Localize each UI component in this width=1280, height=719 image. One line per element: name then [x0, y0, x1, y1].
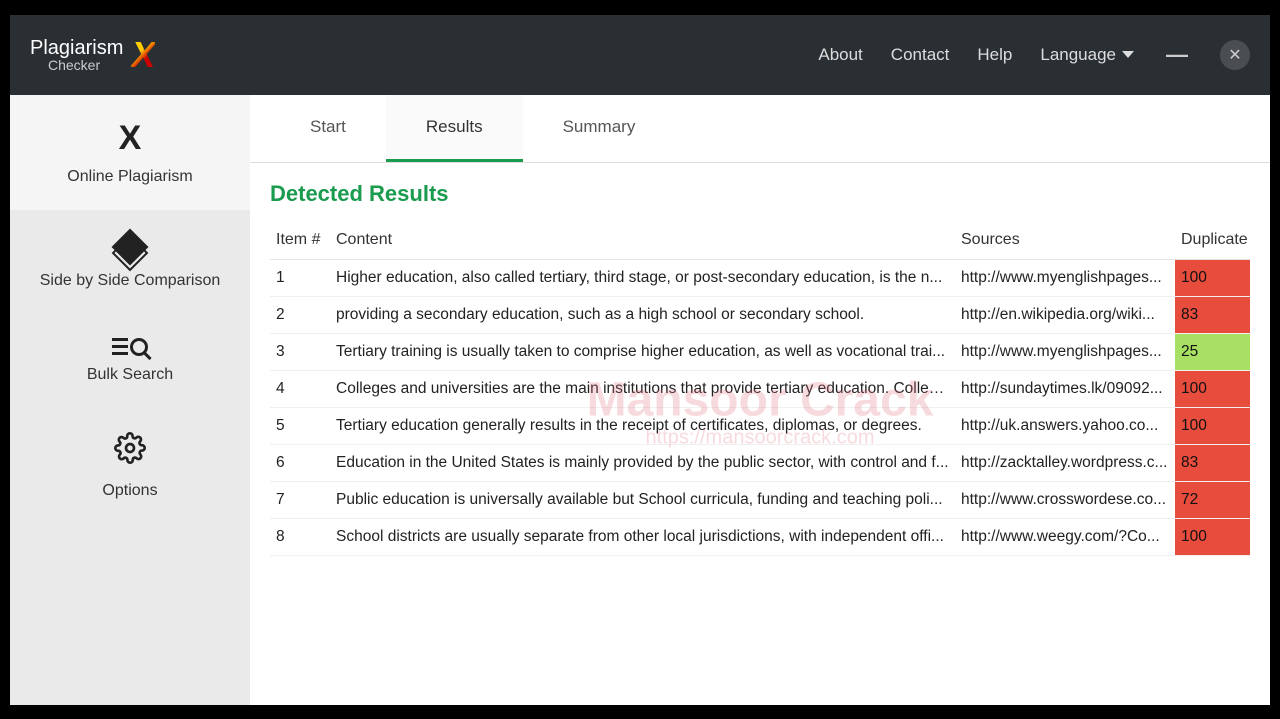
sidebar-item-label: Options — [102, 482, 157, 500]
cell-item: 4 — [270, 370, 330, 407]
titlebar: Plagiarism Checker X About Contact Help … — [10, 15, 1270, 95]
sidebar-item-label: Online Plagiarism — [67, 168, 192, 186]
sidebar-item-label: Bulk Search — [87, 366, 173, 384]
table-row[interactable]: 1Higher education, also called tertiary,… — [270, 259, 1250, 296]
table-row[interactable]: 3Tertiary training is usually taken to c… — [270, 333, 1250, 370]
close-button[interactable]: ✕ — [1220, 40, 1250, 70]
sidebar-item-bulk-search[interactable]: Bulk Search — [10, 314, 250, 408]
language-label: Language — [1040, 45, 1116, 65]
cell-item: 8 — [270, 518, 330, 555]
language-dropdown[interactable]: Language — [1040, 45, 1134, 65]
cell-content: providing a secondary education, such as… — [330, 296, 955, 333]
cell-item: 3 — [270, 333, 330, 370]
table-row[interactable]: 8School districts are usually separate f… — [270, 518, 1250, 555]
table-row[interactable]: 5Tertiary education generally results in… — [270, 407, 1250, 444]
cell-source: http://sundaytimes.lk/09092... — [955, 370, 1175, 407]
cell-content: Colleges and universities are the main i… — [330, 370, 955, 407]
cell-item: 7 — [270, 481, 330, 518]
col-header-sources: Sources — [955, 221, 1175, 260]
cell-content: Tertiary education generally results in … — [330, 407, 955, 444]
col-header-duplicate: Duplicate — [1175, 221, 1250, 260]
tabs: Start Results Summary — [250, 95, 1270, 163]
chevron-down-icon — [1122, 51, 1134, 58]
cell-content: Higher education, also called tertiary, … — [330, 259, 955, 296]
cell-source: http://www.myenglishpages... — [955, 333, 1175, 370]
cell-source: http://www.crosswordese.co... — [955, 481, 1175, 518]
table-row[interactable]: 2providing a secondary education, such a… — [270, 296, 1250, 333]
app-window: Plagiarism Checker X About Contact Help … — [10, 15, 1270, 705]
cell-duplicate: 72 — [1175, 481, 1250, 518]
cell-duplicate: 100 — [1175, 407, 1250, 444]
col-header-content: Content — [330, 221, 955, 260]
app-logo: Plagiarism Checker X — [30, 34, 155, 76]
cell-source: http://uk.answers.yahoo.co... — [955, 407, 1175, 444]
cell-content: Public education is universally availabl… — [330, 481, 955, 518]
col-header-item: Item # — [270, 221, 330, 260]
section-title: Detected Results — [270, 181, 1250, 207]
cell-source: http://en.wikipedia.org/wiki... — [955, 296, 1175, 333]
results-table: Item # Content Sources Duplicate 1Higher… — [270, 221, 1250, 556]
tab-summary[interactable]: Summary — [523, 95, 676, 162]
cell-source: http://www.weegy.com/?Co... — [955, 518, 1175, 555]
sidebar-item-side-by-side[interactable]: Side by Side Comparison — [10, 210, 250, 314]
logo-line1: Plagiarism — [30, 38, 123, 58]
table-row[interactable]: 7Public education is universally availab… — [270, 481, 1250, 518]
help-link[interactable]: Help — [977, 45, 1012, 65]
cell-source: http://zacktalley.wordpress.c... — [955, 444, 1175, 481]
results-content: Detected Results Item # Content Sources … — [250, 163, 1270, 556]
about-link[interactable]: About — [818, 45, 862, 65]
contact-link[interactable]: Contact — [891, 45, 950, 65]
sidebar-item-label: Side by Side Comparison — [40, 272, 221, 290]
sidebar: X Online Plagiarism Side by Side Compari… — [10, 95, 250, 705]
tab-start[interactable]: Start — [270, 95, 386, 162]
body-area: X Online Plagiarism Side by Side Compari… — [10, 95, 1270, 705]
sidebar-item-online-plagiarism[interactable]: X Online Plagiarism — [10, 95, 250, 210]
cell-content: Education in the United States is mainly… — [330, 444, 955, 481]
cell-item: 2 — [270, 296, 330, 333]
minimize-button[interactable]: — — [1162, 40, 1192, 70]
cell-content: School districts are usually separate fr… — [330, 518, 955, 555]
x-icon: X — [119, 119, 142, 158]
layers-icon — [110, 234, 150, 262]
tab-results[interactable]: Results — [386, 95, 523, 162]
table-row[interactable]: 6Education in the United States is mainl… — [270, 444, 1250, 481]
cell-duplicate: 100 — [1175, 370, 1250, 407]
table-row[interactable]: 4Colleges and universities are the main … — [270, 370, 1250, 407]
cell-duplicate: 100 — [1175, 259, 1250, 296]
cell-item: 5 — [270, 407, 330, 444]
cell-source: http://www.myenglishpages... — [955, 259, 1175, 296]
cell-duplicate: 83 — [1175, 444, 1250, 481]
main-panel: Start Results Summary Detected Results I… — [250, 95, 1270, 705]
cell-duplicate: 83 — [1175, 296, 1250, 333]
list-search-icon — [112, 338, 148, 356]
cell-duplicate: 25 — [1175, 333, 1250, 370]
cell-duplicate: 100 — [1175, 518, 1250, 555]
logo-x-icon: X — [131, 34, 155, 76]
cell-item: 6 — [270, 444, 330, 481]
sidebar-item-options[interactable]: Options — [10, 408, 250, 524]
cell-item: 1 — [270, 259, 330, 296]
gear-icon — [114, 432, 146, 472]
logo-line2: Checker — [48, 58, 123, 72]
cell-content: Tertiary training is usually taken to co… — [330, 333, 955, 370]
